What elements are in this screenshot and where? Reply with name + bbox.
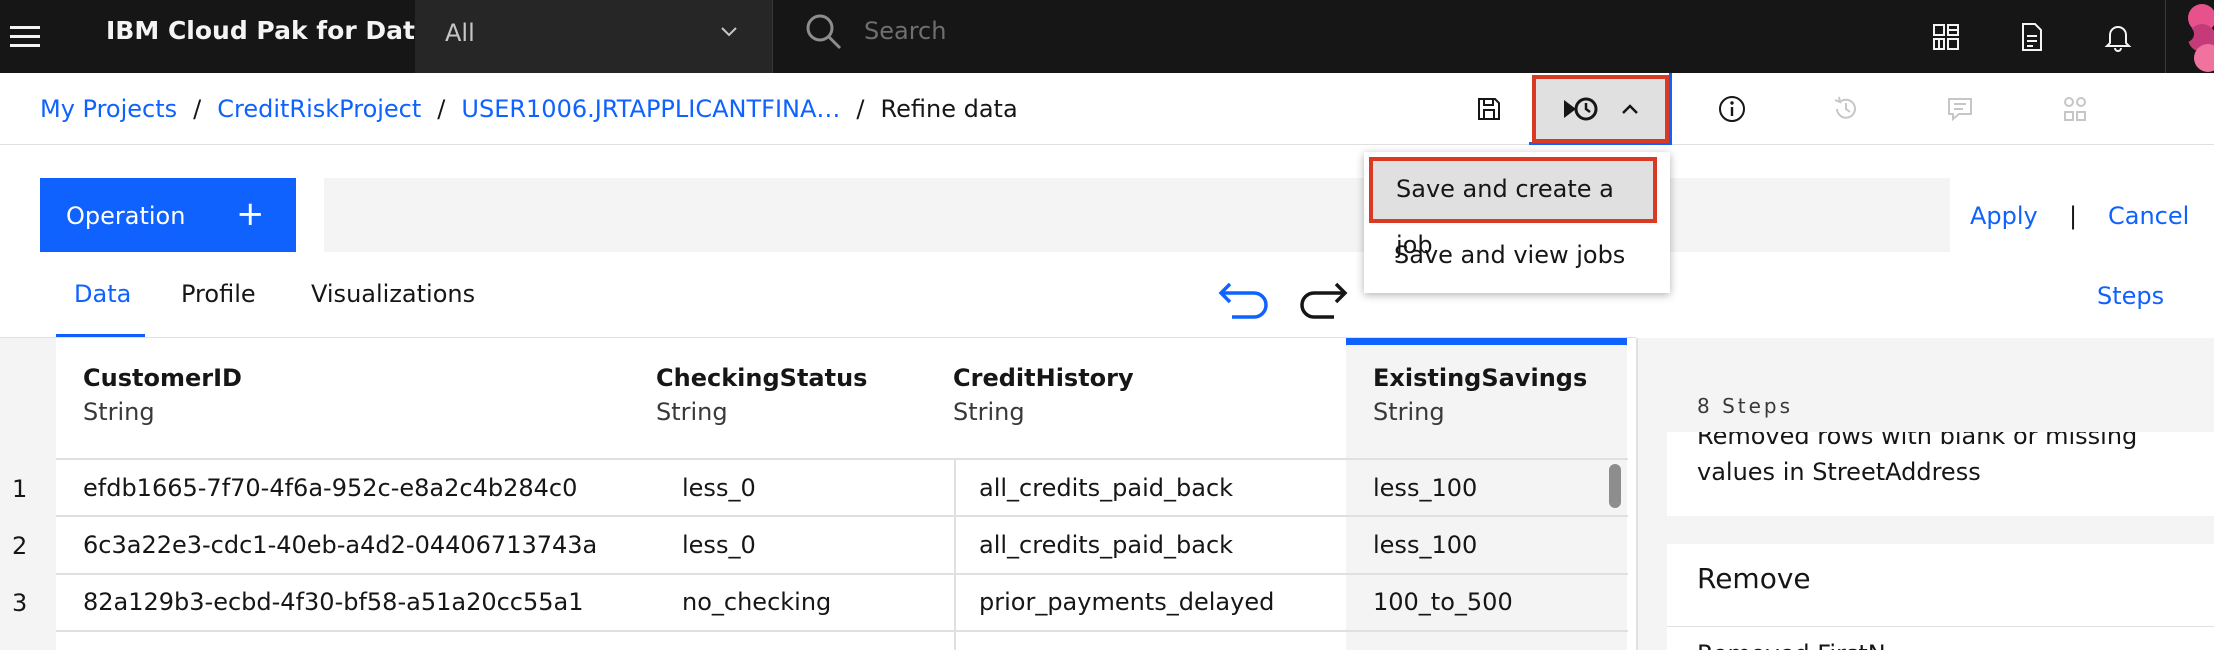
step-card[interactable]: Removed rows with blank or missing value… xyxy=(1667,432,2214,516)
breadcrumb-current: Refine data xyxy=(880,95,1018,123)
save-icon xyxy=(1478,98,1500,120)
schema-button[interactable] xyxy=(2035,73,2115,145)
operation-button[interactable]: Operation + xyxy=(40,178,296,252)
comments-button[interactable] xyxy=(1920,73,2000,145)
column-name: CustomerID xyxy=(83,364,242,392)
tab-profile[interactable]: Profile xyxy=(181,280,256,308)
documentation-icon[interactable] xyxy=(1990,0,2074,73)
tab-data[interactable]: Data xyxy=(74,280,131,308)
table-cell[interactable]: all_credits_paid_back xyxy=(979,516,1233,574)
table-cell[interactable]: less_0 xyxy=(682,459,756,517)
table-cell[interactable]: 82a129b3-ecbd-4f30-bf58-a51a20cc55a1 xyxy=(83,573,584,631)
table-cell[interactable]: 6c3a22e3-cdc1-40eb-a4d2-04406713743a xyxy=(83,516,597,574)
table-scrollbar[interactable] xyxy=(1609,464,1621,508)
avatar-icon xyxy=(2178,4,2214,72)
breadcrumb: My Projects / CreditRiskProject / USER10… xyxy=(40,73,1018,145)
table-cell[interactable]: 100_to_500 xyxy=(1373,573,1513,631)
grid-icon xyxy=(1933,23,1959,50)
catalog-icon[interactable] xyxy=(1904,0,1988,73)
search-scope-dropdown[interactable]: All xyxy=(415,0,773,73)
undo-icon[interactable] xyxy=(1216,278,1272,322)
operation-button-label: Operation xyxy=(66,202,186,230)
table-cell[interactable]: no_checking xyxy=(682,573,831,631)
save-button[interactable] xyxy=(1449,73,1529,145)
column-type: String xyxy=(656,398,728,426)
breadcrumb-data-asset[interactable]: USER1006.JRTAPPLICANTFINA… xyxy=(461,95,840,123)
apply-link[interactable]: Apply xyxy=(1970,178,2038,252)
table-row[interactable]: 3 82a129b3-ecbd-4f30-bf58-a51a20cc55a1 n… xyxy=(0,573,1628,630)
table-header: CustomerID String CheckingStatus String … xyxy=(56,338,1636,458)
column-header-customerid[interactable]: CustomerID String xyxy=(56,338,628,458)
tab-visualizations[interactable]: Visualizations xyxy=(311,280,475,308)
step-description: Removed rows with blank or missing value… xyxy=(1697,432,2138,486)
table-cell[interactable]: less_0 xyxy=(682,516,756,574)
info-button[interactable] xyxy=(1692,73,1772,145)
table-row[interactable]: 2 6c3a22e3-cdc1-40eb-a4d2-04406713743a l… xyxy=(0,516,1628,573)
top-nav-bar: IBM Cloud Pak for Data All xyxy=(0,0,2214,73)
steps-count: 8 Steps xyxy=(1697,394,1794,418)
history-button[interactable] xyxy=(1806,73,1886,145)
comment-icon xyxy=(1948,98,1972,122)
column-name: CreditHistory xyxy=(953,364,1134,392)
table-cell[interactable]: prior_payments_delayed xyxy=(979,573,1274,631)
search-scope-value: All xyxy=(445,19,475,47)
product-name[interactable]: IBM Cloud Pak for Data xyxy=(106,0,432,73)
row-divider xyxy=(56,630,1628,632)
bell-icon xyxy=(2104,25,2132,52)
add-icon: + xyxy=(236,194,265,234)
column-type: String xyxy=(1373,398,1445,426)
step-card-divider xyxy=(1667,626,2214,627)
jobs-dropdown-menu: Save and create a job Save and view jobs xyxy=(1364,152,1670,293)
column-name: CheckingStatus xyxy=(656,364,868,392)
table-cell[interactable]: less_100 xyxy=(1373,516,1477,574)
table-cell[interactable]: less_100 xyxy=(1373,459,1477,517)
breadcrumb-project[interactable]: CreditRiskProject xyxy=(217,95,421,123)
menu-item-save-and-create-job[interactable]: Save and create a job xyxy=(1369,157,1657,259)
chevron-up-icon xyxy=(1621,104,1638,114)
breadcrumb-separator: / xyxy=(856,95,865,123)
column-header-existingsavings[interactable]: ExistingSavings String xyxy=(1346,338,1627,458)
row-number: 1 xyxy=(12,475,28,503)
document-icon xyxy=(2022,22,2042,51)
menu-item-save-and-view-jobs[interactable]: Save and view jobs xyxy=(1364,224,1670,292)
column-name: ExistingSavings xyxy=(1373,364,1588,392)
breadcrumb-separator: / xyxy=(193,95,202,123)
search-input[interactable] xyxy=(864,10,1764,52)
info-icon xyxy=(1719,96,1745,122)
redo-icon[interactable] xyxy=(1296,278,1352,322)
row-number: 3 xyxy=(12,589,28,617)
operation-input-area[interactable] xyxy=(324,178,1950,252)
search-icon xyxy=(806,14,842,50)
user-avatar[interactable] xyxy=(2165,0,2214,73)
step-card[interactable]: Remove Removed FirstN… xyxy=(1667,544,2214,650)
breadcrumb-my-projects[interactable]: My Projects xyxy=(40,95,177,123)
breadcrumb-bar: My Projects / CreditRiskProject / USER10… xyxy=(0,73,2214,145)
history-icon xyxy=(1834,96,1856,119)
column-header-checkingstatus[interactable]: CheckingStatus String xyxy=(656,338,936,458)
column-type: String xyxy=(83,398,155,426)
row-number: 2 xyxy=(12,532,28,560)
table-row[interactable]: 1 efdb1665-7f70-4f6a-952c-e8a2c4b284c0 l… xyxy=(0,459,1628,516)
step-title: Remove xyxy=(1697,562,1811,595)
column-type: String xyxy=(953,398,1025,426)
tree-view-icon xyxy=(2064,97,2086,121)
step-description: Removed FirstN… xyxy=(1697,640,1910,650)
table-cell[interactable]: efdb1665-7f70-4f6a-952c-e8a2c4b284c0 xyxy=(83,459,577,517)
chevron-down-icon xyxy=(721,27,737,37)
column-divider xyxy=(954,458,956,650)
global-search xyxy=(774,0,1899,73)
action-separator: | xyxy=(2069,202,2078,230)
table-cell[interactable]: all_credits_paid_back xyxy=(979,459,1233,517)
run-history-icon xyxy=(1563,97,1597,121)
steps-link[interactable]: Steps xyxy=(2097,282,2164,310)
hamburger-menu-icon[interactable] xyxy=(0,0,50,73)
jobs-menu-button[interactable] xyxy=(1532,75,1669,143)
cancel-link[interactable]: Cancel xyxy=(2108,178,2189,252)
notifications-button[interactable] xyxy=(2076,0,2160,73)
column-header-credithistory[interactable]: CreditHistory String xyxy=(953,338,1333,458)
breadcrumb-separator: / xyxy=(437,95,446,123)
